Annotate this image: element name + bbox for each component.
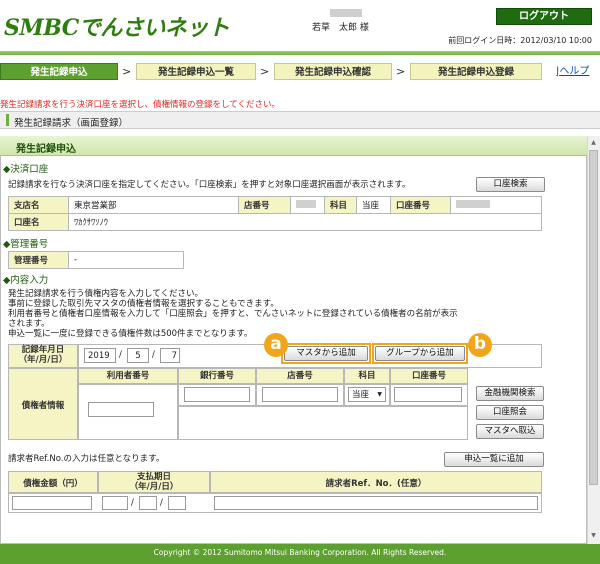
content-desc-line: 申込一覧に一度に登録できる債権件数は500件までとなります。 bbox=[8, 329, 253, 339]
step-separator: > bbox=[122, 65, 132, 78]
add-from-master-button[interactable]: マスタから追加 bbox=[284, 346, 368, 361]
step-confirm: 発生記録申込確認 bbox=[274, 63, 392, 80]
screen-title: 発生記録請求（画面登録） bbox=[14, 118, 129, 129]
help-link[interactable]: |ヘルプ bbox=[556, 63, 589, 80]
subject-label: 科目 bbox=[324, 196, 357, 214]
management-label: 管理番号 bbox=[8, 251, 69, 269]
scroll-down-icon[interactable]: ▼ bbox=[589, 531, 598, 541]
account-name-value: ﾜｶｸｻﾜｿﾉｳ bbox=[68, 213, 542, 231]
step-entry: 発生記録申込 bbox=[0, 63, 118, 80]
branch-no-value bbox=[290, 196, 325, 214]
chevron-down-icon: ▼ bbox=[377, 391, 382, 398]
ref-no-header: 請求者Ref．No．(任意） bbox=[325, 479, 427, 489]
settlement-heading: ◆決済口座 bbox=[3, 164, 49, 175]
bank-search-button[interactable]: 金融機関検索 bbox=[476, 386, 544, 401]
footer: Copyright © 2012 Sumitomo Mitsui Banking… bbox=[0, 544, 600, 564]
branch-value: 東京営業部 bbox=[68, 196, 239, 214]
subject-select[interactable]: 当座 ▼ bbox=[348, 387, 386, 402]
account-inquiry-button[interactable]: 口座照会 bbox=[476, 405, 544, 420]
bank-no-input[interactable] bbox=[184, 387, 250, 402]
record-date-label: 記録年月日 （年/月/日） bbox=[18, 345, 68, 365]
due-day-input[interactable] bbox=[168, 496, 186, 510]
add-from-group-button[interactable]: グループから追加 bbox=[375, 346, 465, 361]
step-separator: > bbox=[396, 65, 406, 78]
header-divider bbox=[0, 51, 600, 55]
step-list: 発生記録申込一覧 bbox=[136, 63, 256, 80]
content-heading: ◆内容入力 bbox=[3, 275, 49, 286]
date-sep: / bbox=[152, 350, 155, 360]
add-to-list-button[interactable]: 申込一覧に追加 bbox=[444, 452, 544, 467]
management-value: - bbox=[68, 251, 184, 269]
account-search-button[interactable]: 口座検索 bbox=[476, 177, 545, 192]
ref-note: 請求者Ref.No.の入力は任意となります。 bbox=[8, 454, 165, 464]
section-title: 発生記録申込 bbox=[16, 144, 76, 155]
subject-value: 当座 bbox=[356, 196, 391, 214]
branch-no-input[interactable] bbox=[262, 387, 338, 402]
due-month-input[interactable] bbox=[139, 496, 157, 510]
creditor-name-cell bbox=[178, 406, 468, 440]
logout-button[interactable]: ログアウト bbox=[496, 8, 592, 25]
callout-a-icon: a bbox=[264, 333, 288, 357]
branch-no-label: 店番号 bbox=[238, 196, 291, 214]
date-sep: / bbox=[119, 350, 122, 360]
subject-select-value: 当座 bbox=[352, 390, 370, 400]
scrollbar-thumb[interactable] bbox=[589, 150, 598, 485]
due-date-header: 支払期日 （年/月/日） bbox=[129, 472, 179, 492]
step-register: 発生記録申込登録 bbox=[410, 63, 542, 80]
account-name-label: 口座名 bbox=[8, 213, 69, 231]
settlement-desc: 記録請求を行なう決済口座を指定してください。「口座検索」を押すと対象口座選択画面… bbox=[8, 180, 411, 190]
col-subject: 科目 bbox=[344, 368, 390, 384]
master-import-button[interactable]: マスタへ取込 bbox=[476, 424, 544, 439]
section-header: 発生記録申込 bbox=[0, 136, 587, 156]
account-no-value bbox=[450, 196, 542, 214]
user-no-input[interactable] bbox=[88, 402, 154, 417]
date-year-input[interactable]: 2019 bbox=[84, 348, 116, 363]
management-heading: ◆管理番号 bbox=[3, 239, 49, 250]
settlement-table: 支店名 東京営業部 店番号 科目 当座 口座番号 口座名 ﾜｶｸｻﾜｿﾉｳ bbox=[8, 196, 542, 231]
management-table: 管理番号 - bbox=[8, 251, 184, 269]
col-user-no: 利用者番号 bbox=[78, 368, 178, 384]
copyright-text: Copyright © 2012 Sumitomo Mitsui Banking… bbox=[153, 548, 447, 557]
amount-header: 債権金額（円） bbox=[23, 479, 83, 489]
branch-label: 支店名 bbox=[8, 196, 69, 214]
screen-title-bar: 発生記録請求（画面登録） bbox=[0, 111, 600, 129]
content-desc-line: 利用者番号と債権者口座情報を入力して「口座照会」を押すと、でんさいネットに登録さ… bbox=[8, 309, 458, 319]
date-month-input[interactable]: 5 bbox=[127, 348, 149, 363]
date-day-input[interactable]: 7 bbox=[160, 348, 180, 363]
app-logo: SMBCでんさいネット bbox=[4, 15, 230, 41]
due-year-input[interactable] bbox=[102, 496, 128, 510]
account-no-label: 口座番号 bbox=[390, 196, 451, 214]
date-sep: / bbox=[131, 498, 134, 508]
last-login: 前回ログイン日時：2012/03/10 10:00 bbox=[448, 36, 592, 45]
masked-user-id bbox=[330, 9, 362, 17]
col-branch-no: 店番号 bbox=[256, 368, 344, 384]
step-separator: > bbox=[260, 65, 270, 78]
callout-b-icon: b bbox=[468, 333, 492, 357]
help-link-label[interactable]: ヘルプ bbox=[559, 66, 589, 77]
user-name: 若草 太郎 様 bbox=[312, 23, 369, 33]
date-sep: / bbox=[160, 498, 163, 508]
col-account-no: 口座番号 bbox=[390, 368, 468, 384]
scroll-up-icon[interactable]: ▲ bbox=[589, 138, 598, 148]
amount-input[interactable] bbox=[12, 496, 92, 510]
ref-no-input[interactable] bbox=[214, 496, 538, 510]
account-no-input[interactable] bbox=[394, 387, 462, 402]
creditor-label: 債権者情報 bbox=[21, 401, 65, 411]
instruction-text: 発生記録請求を行う決済口座を選択し、債権情報の登録をしてください。 bbox=[0, 100, 280, 110]
col-bank-no: 銀行番号 bbox=[178, 368, 256, 384]
